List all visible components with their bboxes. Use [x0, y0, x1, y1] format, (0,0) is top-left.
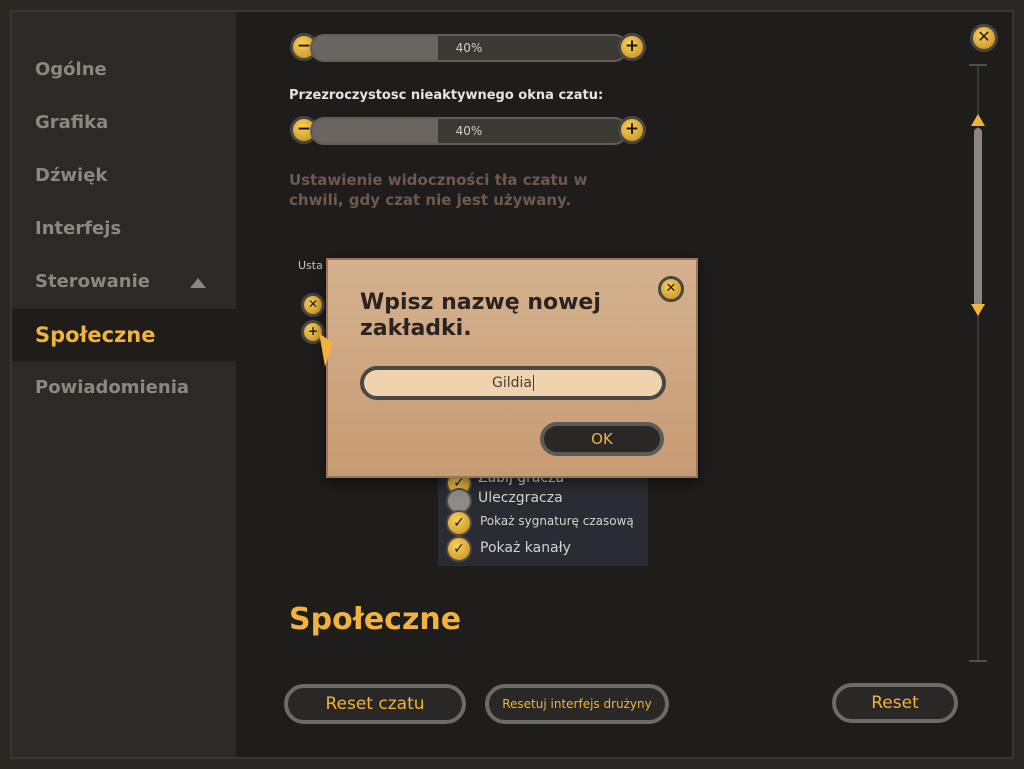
check-icon: ✓ — [453, 515, 465, 531]
opacity-slider-value: 40% — [455, 124, 483, 138]
sidebar-item-sound[interactable]: Dźwięk — [12, 150, 236, 202]
tab-name-value: Gildia — [492, 375, 532, 391]
chat-options-panel: ✓ Zabij gracza Uleczgracza ✓ Pokaż sygna… — [438, 466, 648, 566]
opacity-description: Ustawienie widoczności tła czatu w chwil… — [289, 171, 588, 209]
sidebar-item-general[interactable]: Ogólne — [12, 44, 236, 96]
text-caret — [532, 375, 534, 391]
sidebar-item-social[interactable]: Społeczne — [12, 309, 236, 361]
sidebar-item-notifications[interactable]: Powiadomienia — [12, 362, 236, 414]
ok-button[interactable]: OK — [540, 422, 664, 456]
sidebar-item-interface[interactable]: Interfejs — [12, 203, 236, 255]
reset-chat-button[interactable]: Reset czatu — [284, 684, 466, 724]
opacity-label: Przezroczystosc nieaktywnego okna czatu: — [289, 88, 604, 103]
scroll-up-icon[interactable] — [971, 114, 985, 126]
option-label: Pokaż sygnaturę czasową — [480, 514, 634, 528]
option-checkbox[interactable]: ✓ — [446, 510, 472, 536]
reset-team-interface-button[interactable]: Resetuj interfejs drużyny — [485, 684, 669, 724]
plus-icon: + — [624, 36, 640, 56]
tab-name-input[interactable]: Gildia — [360, 366, 666, 400]
check-icon: ✓ — [453, 541, 465, 557]
settings-sidebar: Ogólne Grafika Dźwięk Interfejs Sterowan… — [12, 12, 236, 757]
close-icon: ✕ — [307, 297, 319, 311]
dialog-title: Wpisz nazwę nowej zakładki. — [360, 290, 601, 341]
top-slider[interactable]: 40% — [310, 34, 628, 62]
close-button[interactable]: ✕ — [970, 24, 998, 52]
opacity-slider[interactable]: 40% — [310, 117, 628, 145]
top-slider-value: 40% — [455, 41, 483, 55]
sidebar-item-graphics[interactable]: Grafika — [12, 97, 236, 149]
option-label: Uleczgracza — [478, 490, 563, 506]
new-tab-dialog: Wpisz nazwę nowej zakładki. ✕ Gildia OK — [326, 258, 698, 478]
top-slider-increase-button[interactable]: + — [618, 33, 646, 61]
sidebar-item-controls[interactable]: Sterowanie — [12, 256, 236, 308]
scrollbar-thumb[interactable] — [974, 128, 982, 306]
sidebar-item-label: Sterowanie — [35, 271, 150, 292]
chat-settings-label: Usta — [298, 259, 323, 272]
scrollbar-bottom-cap — [969, 660, 987, 662]
plus-icon: + — [307, 324, 319, 338]
plus-icon: + — [624, 119, 640, 139]
option-checkbox[interactable]: ✓ — [446, 536, 472, 562]
minus-icon: − — [296, 119, 312, 139]
reset-button[interactable]: Reset — [832, 683, 958, 723]
close-icon: ✕ — [977, 27, 991, 46]
option-label: Pokaż kanały — [480, 540, 571, 556]
opacity-increase-button[interactable]: + — [618, 116, 646, 144]
chevron-up-icon — [190, 278, 206, 288]
dialog-close-button[interactable]: ✕ — [658, 276, 684, 302]
minus-icon: − — [296, 36, 312, 56]
close-icon: ✕ — [665, 281, 677, 296]
section-heading: Społeczne — [289, 602, 462, 637]
scroll-down-icon[interactable] — [971, 304, 985, 316]
remove-tab-button[interactable]: ✕ — [301, 293, 325, 317]
